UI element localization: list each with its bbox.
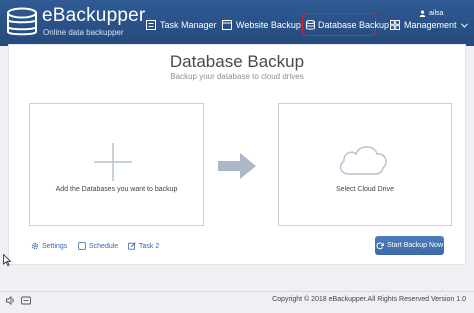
edit-icon (128, 242, 136, 250)
start-backup-label: Start Backup Now (386, 242, 444, 249)
mouse-cursor-icon (3, 254, 11, 266)
footer-icons (6, 296, 31, 305)
nav-website-backup[interactable]: Website Backup (222, 17, 301, 33)
page-title: Database Backup (169, 52, 305, 71)
cloud-icon (339, 146, 387, 175)
plus-icon (94, 143, 132, 181)
main-panel: Database Backup Backup your database to … (8, 44, 466, 265)
nav-task-manager[interactable]: Task Manager (146, 17, 217, 33)
select-cloud-drive-label: Select Cloud Drive (336, 186, 394, 193)
database-icon (306, 19, 315, 30)
website-icon (222, 20, 232, 30)
brand-name: eBackupper (42, 5, 146, 26)
schedule-link[interactable]: Schedule (78, 240, 118, 252)
arrow-right-icon (218, 153, 256, 179)
schedule-label: Schedule (89, 242, 119, 250)
caption-icon[interactable] (21, 296, 31, 305)
add-database-area[interactable]: Add the Databases you want to backup (29, 103, 204, 226)
settings-label: Settings (42, 242, 68, 250)
task-name-label: Task 2 (139, 242, 160, 250)
nav-label: Task Manager (160, 20, 217, 30)
speaker-icon[interactable] (6, 296, 16, 305)
nav-database-backup[interactable]: Database Backup (302, 13, 389, 36)
user-name: ailsa (429, 9, 444, 17)
task-name-link[interactable]: Task 2 (128, 240, 159, 252)
nav-label: Management (404, 20, 457, 30)
add-database-label: Add the Databases you want to backup (55, 186, 178, 193)
app-header: eBackupper Online data backupper ailsa T… (0, 0, 474, 46)
page-subtitle: Backup your database to cloud drives (170, 72, 304, 81)
nav-management[interactable]: Management (390, 17, 468, 33)
start-backup-button[interactable]: Start Backup Now (375, 236, 444, 255)
footer-divider (0, 291, 474, 292)
brand-tagline: Online data backupper (43, 28, 124, 37)
chevron-down-icon (460, 22, 468, 28)
user-icon (419, 9, 426, 17)
refresh-icon (376, 241, 384, 249)
logo-icon (7, 7, 37, 36)
settings-link[interactable]: Settings (31, 240, 67, 252)
gear-icon (31, 242, 39, 250)
grid-icon (390, 20, 400, 30)
checkbox-icon (78, 242, 86, 250)
nav-label: Database Backup (318, 19, 390, 30)
select-cloud-drive-area[interactable]: Select Cloud Drive (278, 103, 452, 226)
task-manager-icon (146, 20, 156, 30)
nav-label: Website Backup (236, 20, 301, 30)
copyright-text: Copyright © 2018 eBackupper.All Rights R… (272, 296, 466, 303)
